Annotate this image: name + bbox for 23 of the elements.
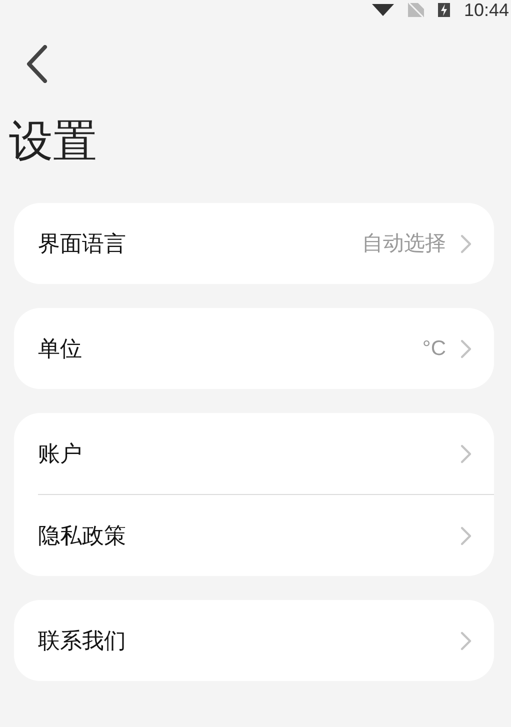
chevron-right-icon: [460, 234, 472, 254]
settings-row[interactable]: 联系我们: [14, 600, 494, 681]
row-label: 账户: [38, 440, 83, 468]
no-sim-icon: [408, 3, 424, 17]
settings-row[interactable]: 账户: [14, 413, 494, 494]
battery-icon: [438, 3, 450, 17]
row-label: 联系我们: [38, 627, 127, 655]
settings-row[interactable]: 界面语言 自动选择: [14, 203, 494, 284]
row-label: 单位: [38, 335, 83, 363]
row-label: 隐私政策: [38, 522, 127, 550]
chevron-right-icon: [460, 526, 472, 546]
row-label: 界面语言: [38, 230, 127, 258]
page-title: 设置: [9, 116, 98, 168]
back-icon: [26, 45, 48, 83]
chevron-right-icon: [460, 444, 472, 464]
chevron-right-icon: [460, 338, 472, 358]
row-value: 自动选择: [362, 230, 446, 257]
chevron-right-icon: [460, 630, 472, 650]
status-time: 10:44: [464, 0, 509, 20]
wifi-icon: [372, 4, 394, 16]
row-value: °C: [422, 336, 446, 362]
settings-row[interactable]: 隐私政策: [14, 495, 494, 576]
settings-row[interactable]: 单位 °C: [14, 308, 494, 389]
